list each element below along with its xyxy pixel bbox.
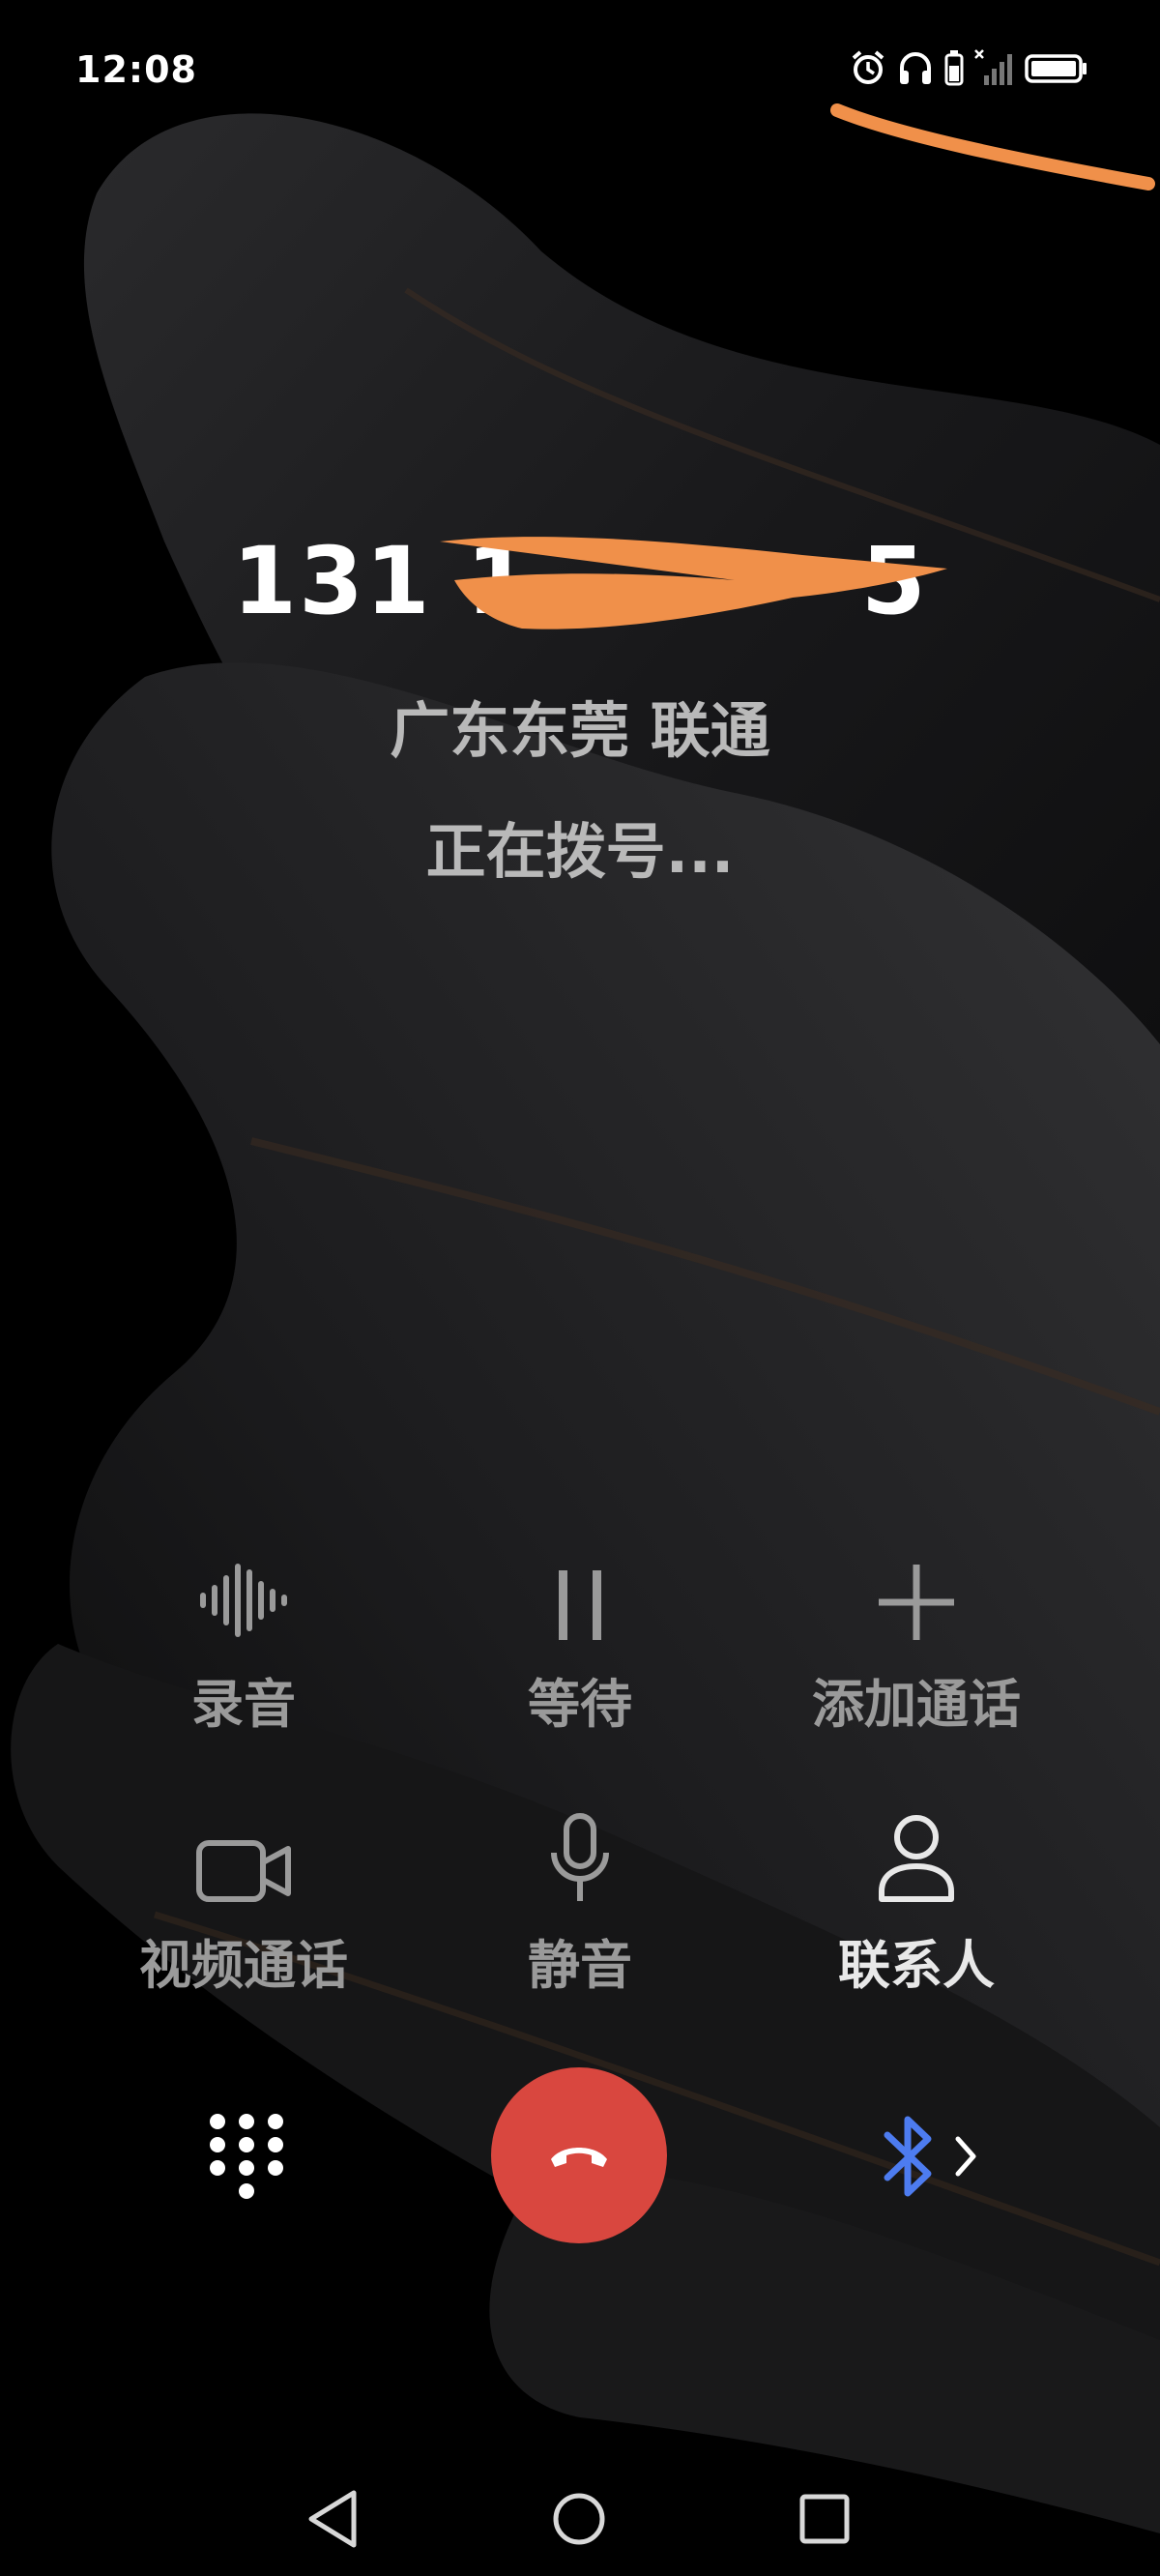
status-icons — [849, 46, 1088, 89]
pause-icon — [559, 1570, 601, 1640]
chevron-right-icon — [955, 2136, 976, 2177]
dialpad-icon — [210, 2114, 283, 2199]
caller-location: 广东东莞 联通 — [390, 695, 770, 766]
audio-route-button[interactable] — [878, 2108, 1003, 2205]
signal-no-service-icon — [974, 49, 1012, 85]
battery-saver-icon — [944, 50, 964, 86]
back-triangle-icon[interactable] — [300, 2485, 367, 2553]
video-call-button[interactable]: 视频通话 — [79, 1799, 408, 1999]
status-time: 12:08 — [75, 48, 197, 91]
hold-button[interactable]: 等待 — [416, 1537, 744, 1738]
home-circle-icon[interactable] — [545, 2485, 613, 2553]
contacts-button[interactable]: 联系人 — [752, 1799, 1081, 1999]
microphone-icon — [551, 1813, 609, 1901]
status-bar: 12:08 — [0, 0, 1160, 135]
phone-number-prefix: 131 1 — [232, 527, 533, 635]
hold-label: 等待 — [528, 1674, 632, 1735]
alarm-icon — [852, 50, 884, 84]
battery-icon — [1025, 54, 1087, 83]
contacts-label: 联系人 — [838, 1935, 995, 1996]
add-call-label: 添加通话 — [812, 1674, 1021, 1735]
call-status: 正在拨号... — [425, 816, 735, 887]
record-button[interactable]: 录音 — [79, 1537, 408, 1738]
video-call-label: 视频通话 — [139, 1935, 348, 1996]
video-camera-icon — [196, 1840, 291, 1902]
person-icon — [879, 1815, 954, 1902]
end-call-button[interactable] — [491, 2067, 667, 2243]
recents-square-icon[interactable] — [791, 2485, 858, 2553]
phone-number: 131 1 5 — [0, 527, 1160, 635]
dialpad-button[interactable] — [203, 2108, 290, 2205]
mute-label: 静音 — [528, 1935, 632, 1996]
plus-icon — [879, 1565, 954, 1640]
bluetooth-icon — [884, 2116, 932, 2197]
mute-button[interactable]: 静音 — [416, 1799, 744, 1999]
record-label: 录音 — [191, 1674, 296, 1735]
waveform-icon — [200, 1564, 287, 1637]
headphones-icon — [900, 52, 931, 84]
navigation-bar — [0, 2456, 1160, 2576]
add-call-button[interactable]: 添加通话 — [752, 1537, 1081, 1738]
phone-hangup-icon — [551, 2148, 607, 2167]
phone-number-suffix: 5 — [860, 527, 928, 635]
